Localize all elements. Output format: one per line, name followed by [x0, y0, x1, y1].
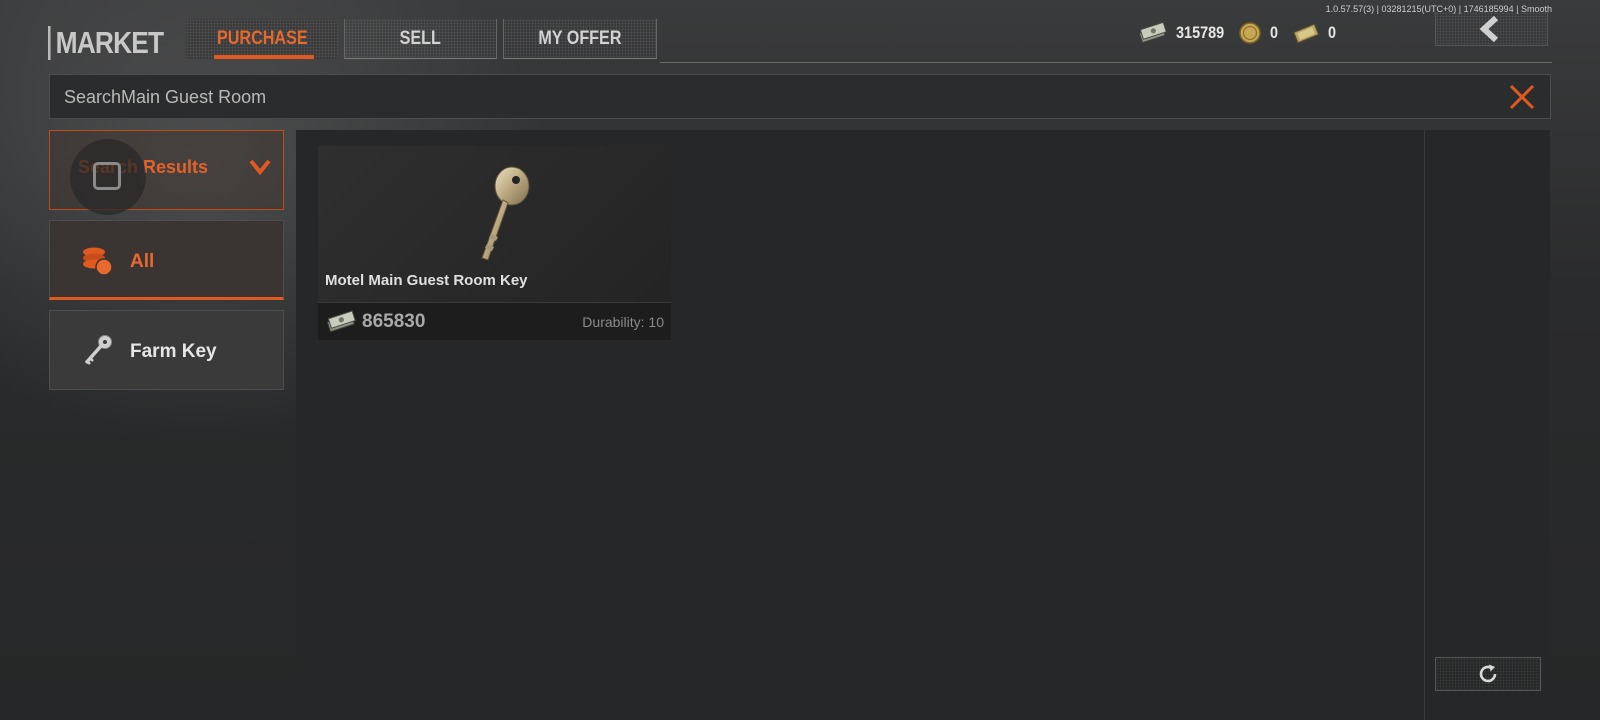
page-title-text: MARKET: [55, 25, 164, 60]
market-screen: 1.0.57.57(3) | 03281215(UTC+0) | 1746185…: [0, 0, 1600, 720]
close-icon[interactable]: [1508, 83, 1536, 111]
gold-bar-icon: [1293, 23, 1320, 44]
item-card[interactable]: Motel Main Guest Room Key 865830 Durabil…: [318, 146, 671, 340]
tab-my-offer[interactable]: MY OFFER: [503, 19, 657, 59]
results-panel: Motel Main Guest Room Key 865830 Durabil…: [296, 130, 1550, 720]
tab-my-offer-label: MY OFFER: [538, 27, 622, 49]
category-sidebar: Search Results All F: [49, 130, 284, 390]
item-price-row: 865830 Durability: 10: [318, 302, 671, 340]
bar-amount: 0: [1328, 23, 1337, 42]
tab-sell[interactable]: SELL: [344, 19, 497, 59]
category-farm-key[interactable]: Farm Key: [49, 310, 284, 390]
chevron-left-icon: [1479, 15, 1498, 42]
item-price: 865830: [362, 311, 426, 332]
tab-purchase-label: PURCHASE: [216, 28, 308, 49]
search-bar: [49, 74, 1551, 120]
panel-divider: [1424, 130, 1425, 720]
refresh-icon: [1479, 664, 1497, 683]
tab-sell-label: SELL: [399, 27, 442, 49]
key-icon: [84, 335, 112, 365]
back-button[interactable]: [1435, 12, 1548, 46]
currency-cash: 315789: [1138, 20, 1233, 46]
coin-amount: 0: [1270, 23, 1279, 42]
header-divider: [660, 62, 1552, 63]
item-durability: Durability: 10: [582, 314, 664, 330]
chevron-down-icon: [249, 159, 271, 175]
category-all-label: All: [130, 251, 155, 272]
page-title: MARKET: [48, 24, 164, 62]
tab-purchase[interactable]: PURCHASE: [186, 19, 338, 59]
cash-stack-icon: [326, 310, 356, 333]
cash-stack-icon: [1138, 21, 1167, 44]
currency-coin: 0: [1238, 20, 1279, 46]
category-all[interactable]: All: [49, 220, 284, 300]
item-name: Motel Main Guest Room Key: [325, 272, 528, 289]
currency-bar: 0: [1292, 20, 1337, 46]
search-results-dropdown[interactable]: Search Results: [49, 130, 284, 215]
cash-amount: 315789: [1176, 23, 1225, 42]
category-farm-key-label: Farm Key: [130, 341, 217, 362]
refresh-button[interactable]: [1435, 657, 1541, 691]
square-icon: [93, 162, 121, 190]
search-input[interactable]: [62, 75, 1466, 120]
title-accent-bar: [48, 26, 51, 60]
key-icon: [481, 166, 530, 261]
gold-coin-icon: [1239, 22, 1261, 44]
coins-icon: [83, 247, 113, 276]
floating-overlay-button[interactable]: [70, 139, 146, 215]
